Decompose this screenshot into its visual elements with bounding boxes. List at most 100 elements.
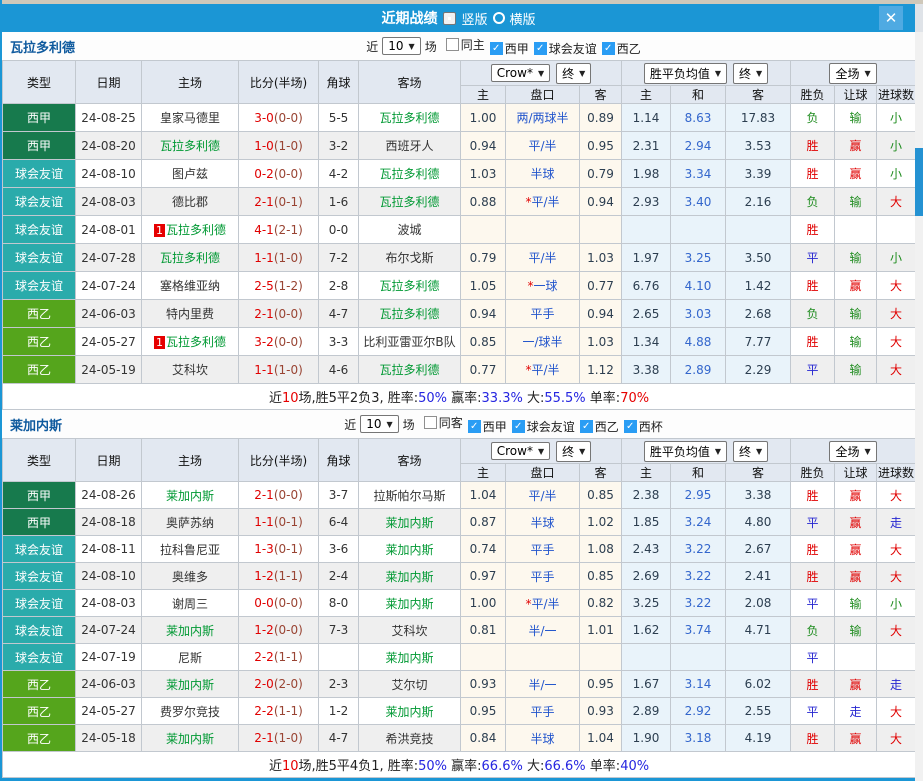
away-team-name: 瓦拉多利德 [379,279,440,293]
corner-count: 4-7 [318,299,359,328]
scope-select[interactable]: 全场 ▼ [829,440,877,462]
red-card-badge: 1 [153,336,165,349]
checkbox-checked-icon[interactable]: ✓ [467,419,481,433]
away-team-name: 莱加内斯 [385,569,434,584]
avg-type-select[interactable]: 胜平负均值 ▼ [643,62,728,84]
avg-time-value: 终 [739,66,752,81]
away-team-cell: 艾尔切 [358,670,461,698]
filter-checkbox[interactable]: ✓ 西杯 [623,418,663,435]
result-flag: 平 [790,508,836,536]
handicap-cell: 平手 [505,299,580,328]
result-flag: 负 [790,187,836,216]
chevron-down-icon: ▼ [864,68,871,78]
away-team-cell: 莱加内斯 [358,643,461,671]
avg-time-select[interactable]: 终 ▼ [733,62,769,84]
result-flag: 胜 [790,670,836,698]
sub-header-goals: 进球数 [876,463,917,482]
half-time-score: (0-1) [273,515,303,529]
filter-checkbox[interactable]: ✓ 西乙 [579,418,619,435]
portrait-radio-label[interactable]: 竖版 [461,9,487,28]
odds-company-select[interactable]: Crow* ▼ [490,64,551,82]
filter-checkbox[interactable]: ✓ 西甲 [489,40,529,57]
away-team-name: 布尔戈斯 [385,251,434,265]
filter-checkbox[interactable]: 同客 [423,414,463,431]
handicap-cell: 平/半 [505,131,580,160]
avg-group-header: 胜平负均值 ▼ 终 ▼ [621,60,792,86]
home-team-cell: 谢周三 [141,589,239,617]
match-count-value: 10 [366,417,382,431]
odds-time-select[interactable]: 终 ▼ [556,62,592,84]
away-team-cell: 瓦拉多利德 [358,299,461,328]
landscape-radio[interactable] [492,12,505,24]
filter-checkbox[interactable]: ✓ 球会友谊 [533,40,597,57]
table-row: 西乙 24-06-03 莱加内斯 2-0(2-0) 2-3 艾尔切 0.93 半/一 0.95 1… [2,670,917,698]
checkbox-checked-icon[interactable]: ✓ [533,41,547,55]
checkbox-checked-icon[interactable]: ✓ [489,41,503,55]
full-time-score: 2-0 [254,677,274,691]
avg-home-value: 1.97 [621,243,672,272]
match-date: 24-05-27 [75,327,142,356]
summary-part: 赢率: [447,759,482,774]
league-type-badge: 球会友谊 [2,243,76,272]
half-time-score: (0-0) [273,110,303,125]
checkbox-checked-icon[interactable]: ✓ [511,419,525,433]
odds-home-value: 1.03 [460,159,506,188]
avg-draw-value: 8.63 [670,103,727,132]
avg-time-select[interactable]: 终 ▼ [733,440,769,462]
home-team-cell: 拉科鲁尼亚 [141,535,239,563]
scope-select[interactable]: 全场 ▼ [829,62,877,84]
result-flag: 胜 [790,327,836,356]
corner-count [318,643,359,671]
filter-checkbox[interactable]: ✓ 球会友谊 [511,418,575,435]
result-flag [834,215,878,244]
table-row: 球会友谊 24-08-11 拉科鲁尼亚 1-3(0-1) 3-6 莱加内斯 0.74 平手 1.… [2,535,917,563]
odds-time-select[interactable]: 终 ▼ [556,440,592,462]
landscape-radio-label[interactable]: 横版 [510,9,536,28]
avg-away-value: 2.67 [725,535,792,563]
table-row: 西甲 24-08-20 瓦拉多利德 1-0(1-0) 3-2 西班牙人 0.94 平/半 0.9… [2,131,917,160]
handicap-cell: 半球 [505,508,580,536]
avg-home-value: 2.31 [621,131,672,160]
handicap-name: 一/球半 [522,335,563,349]
odds-away-value: 0.77 [578,271,623,300]
layout-radio-group: 竖版 横版 [443,9,536,28]
home-team-name: 皇家马德里 [159,111,220,125]
handicap-name: 平/半 [531,596,560,611]
filter-checkbox[interactable]: 同主 [445,36,485,53]
portrait-radio[interactable] [443,11,457,25]
scrollbar-thumb[interactable] [915,148,923,216]
checkbox-unchecked-icon[interactable] [423,415,437,429]
avg-away-value: 2.16 [725,187,792,216]
away-team-cell: 瓦拉多利德 [358,187,461,216]
full-time-score: 0-0 [254,596,274,610]
result-flag: 大 [876,562,917,590]
handicap-cell: 一/球半 [505,327,580,356]
scrollbar-track[interactable] [915,32,923,781]
avg-draw-value: 2.92 [670,697,727,725]
col-header-date: 日期 [75,438,142,482]
chevron-down-icon: ▼ [714,68,722,78]
table-row: 球会友谊 24-08-03 德比郡 2-1(0-1) 1-6 瓦拉多利德 0.88 *平/半 0… [2,187,917,216]
filter-checkbox[interactable]: ✓ 西乙 [601,40,641,57]
col-header-type: 类型 [2,60,76,104]
checkbox-unchecked-icon[interactable] [445,37,459,51]
checkbox-checked-icon[interactable]: ✓ [623,419,637,433]
half-time-score: (1-1) [273,650,303,664]
odds-company-select[interactable]: Crow* ▼ [490,442,551,460]
checkbox-checked-icon[interactable]: ✓ [601,41,615,55]
avg-type-select[interactable]: 胜平负均值 ▼ [643,440,728,462]
close-button[interactable]: ✕ [879,6,903,30]
corner-count: 5-5 [318,103,359,132]
odds-company-value: Crow* [496,444,533,458]
away-team-name: 瓦拉多利德 [379,111,440,125]
corner-count: 4-6 [318,355,359,384]
filter-checkbox[interactable]: ✓ 西甲 [467,418,507,435]
match-count-select[interactable]: 10 ▼ [382,37,421,55]
league-type-badge: 西乙 [2,299,76,328]
odds-away-value: 0.95 [578,670,623,698]
col-header-home: 主场 [141,60,239,104]
checkbox-checked-icon[interactable]: ✓ [579,419,593,433]
match-count-select[interactable]: 10 ▼ [360,415,399,433]
result-flag: 大 [876,299,917,328]
col-header-score: 比分(半场) [238,438,319,482]
